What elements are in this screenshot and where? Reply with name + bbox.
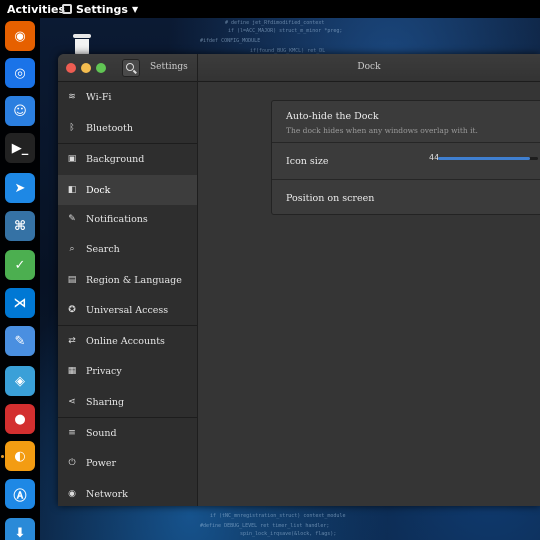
header-bar: Settings Dock bbox=[58, 54, 540, 82]
sidebar-item-background[interactable]: ▣ Background bbox=[58, 144, 197, 174]
install-icon[interactable]: ⬇ bbox=[5, 518, 35, 540]
sidebar-item-wi-fi[interactable]: ≋ Wi-Fi bbox=[58, 82, 197, 112]
network-icon[interactable]: ◈ bbox=[5, 366, 35, 396]
notes-icon[interactable]: ✎ bbox=[5, 326, 35, 356]
minimize-button[interactable] bbox=[81, 63, 91, 73]
gedit-icon[interactable]: ✓ bbox=[5, 250, 35, 280]
sidebar-item-region-language[interactable]: ▤ Region & Language bbox=[58, 265, 197, 295]
app-menu-label: Settings bbox=[76, 2, 128, 16]
window-title: Dock bbox=[357, 62, 381, 72]
top-bar: Activities Settings ▼ bbox=[0, 0, 540, 18]
terminal-icon[interactable]: ▶_ bbox=[5, 133, 35, 163]
sidebar-item-power[interactable]: ⏻ Power bbox=[58, 448, 197, 478]
arrow-launcher-icon[interactable]: ➤ bbox=[5, 173, 35, 203]
finder-icon[interactable]: ☺ bbox=[5, 96, 35, 126]
sidebar-item-universal-access[interactable]: ✪ Universal Access bbox=[58, 295, 197, 325]
sidebar-item-notifications[interactable]: ✎ Notifications bbox=[58, 204, 197, 234]
sidebar-item-privacy[interactable]: ▦ Privacy bbox=[58, 356, 197, 386]
online-accounts-icon: ⇄ bbox=[68, 336, 76, 346]
sidebar-item-label: Wi-Fi bbox=[86, 91, 112, 103]
sidebar-item-label: Universal Access bbox=[86, 304, 169, 316]
wifi-icon: ≋ bbox=[68, 92, 76, 102]
sidebar-item-label: Sound bbox=[86, 427, 117, 439]
sidebar-item-dock[interactable]: ◧ Dock bbox=[58, 175, 197, 205]
autohide-row[interactable]: Auto-hide the Dock The dock hides when a… bbox=[272, 101, 540, 143]
sidebar-item-label: Sharing bbox=[86, 396, 125, 408]
vscode-icon[interactable]: ⋊ bbox=[5, 288, 35, 318]
sidebar-item-online-accounts[interactable]: ⇄ Online Accounts bbox=[58, 326, 197, 356]
icon-size-label: Icon size bbox=[286, 156, 329, 167]
maximize-button[interactable] bbox=[96, 63, 106, 73]
app-menu[interactable]: Settings ▼ bbox=[62, 3, 138, 16]
universal-access-icon: ✪ bbox=[68, 305, 76, 315]
sidebar-item-label: Dock bbox=[86, 184, 111, 196]
appstore-icon[interactable]: Ⓐ bbox=[5, 479, 35, 509]
autohide-title: Auto-hide the Dock bbox=[286, 111, 379, 122]
sound-icon: ≡ bbox=[68, 428, 76, 438]
orange-icon[interactable]: ◐ bbox=[5, 441, 35, 471]
dock-icon: ◧ bbox=[67, 185, 77, 195]
sidebar-item-label: Search bbox=[86, 243, 120, 255]
sidebar-item-label: Region & Language bbox=[86, 274, 182, 286]
background-icon: ▣ bbox=[67, 154, 77, 164]
chrome-icon[interactable]: ◎ bbox=[5, 58, 35, 88]
settings-gear-icon bbox=[62, 4, 72, 14]
molecule-icon[interactable]: ● bbox=[5, 404, 35, 434]
search-icon: ⌕ bbox=[69, 244, 75, 254]
python-icon[interactable]: ⌘ bbox=[5, 211, 35, 241]
sidebar-item-label: Privacy bbox=[86, 365, 122, 377]
sidebar-item-sharing[interactable]: ⋖ Sharing bbox=[58, 387, 197, 417]
search-icon bbox=[126, 63, 134, 71]
sidebar-item-sound[interactable]: ≡ Sound bbox=[58, 418, 197, 448]
sidebar-item-label: Bluetooth bbox=[86, 122, 133, 134]
activities-button[interactable]: Activities bbox=[0, 3, 65, 16]
bluetooth-icon: ᛒ bbox=[69, 123, 75, 133]
dock-settings-panel: Auto-hide the Dock The dock hides when a… bbox=[199, 82, 540, 506]
position-row[interactable]: Position on screen bbox=[272, 180, 540, 216]
sidebar-item-bluetooth[interactable]: ᛒ Bluetooth bbox=[58, 113, 197, 143]
autohide-subtitle: The dock hides when any windows overlap … bbox=[286, 126, 478, 135]
sidebar-item-network[interactable]: ◉ Network bbox=[58, 479, 197, 506]
sidebar-item-label: Notifications bbox=[86, 213, 148, 225]
privacy-icon: ▦ bbox=[67, 366, 77, 376]
notifications-icon: ✎ bbox=[68, 214, 76, 224]
settings-sidebar: ≋ Wi-Fi ᛒ Bluetooth ▣ Background ◧ Dock ✎ Notific… bbox=[58, 82, 198, 506]
network-icon: ◉ bbox=[68, 489, 76, 499]
settings-window: Settings Dock ≋ Wi-Fi ᛒ Bluetooth ▣ Backgroun… bbox=[58, 54, 540, 506]
close-button[interactable] bbox=[66, 63, 76, 73]
region-icon: ▤ bbox=[67, 275, 77, 285]
sidebar-title: Settings bbox=[150, 62, 188, 72]
sidebar-header: Settings bbox=[58, 54, 198, 82]
dock: ◉ ◎ ☺ ▶_ ➤ ⌘ ✓ ⋊ ✎ ◈ ● ◐ Ⓐ ⬇ bbox=[0, 18, 40, 540]
search-button[interactable] bbox=[122, 59, 140, 77]
power-icon: ⏻ bbox=[68, 458, 76, 468]
sidebar-item-label: Power bbox=[86, 457, 117, 469]
chevron-down-icon: ▼ bbox=[131, 4, 139, 14]
dock-settings-list: Auto-hide the Dock The dock hides when a… bbox=[271, 100, 540, 215]
position-label: Position on screen bbox=[286, 193, 375, 204]
running-indicator bbox=[1, 455, 4, 458]
icon-size-row: Icon size 44 bbox=[272, 143, 540, 180]
sidebar-item-label: Background bbox=[86, 153, 145, 165]
sidebar-item-label: Network bbox=[86, 488, 128, 500]
icon-size-slider[interactable] bbox=[438, 157, 538, 160]
sidebar-item-label: Online Accounts bbox=[86, 335, 165, 347]
trash-icon[interactable] bbox=[72, 34, 92, 56]
firefox-icon[interactable]: ◉ bbox=[5, 21, 35, 51]
icon-size-slider-fill bbox=[438, 157, 530, 160]
sidebar-item-search[interactable]: ⌕ Search bbox=[58, 234, 197, 264]
sharing-icon: ⋖ bbox=[68, 397, 76, 407]
